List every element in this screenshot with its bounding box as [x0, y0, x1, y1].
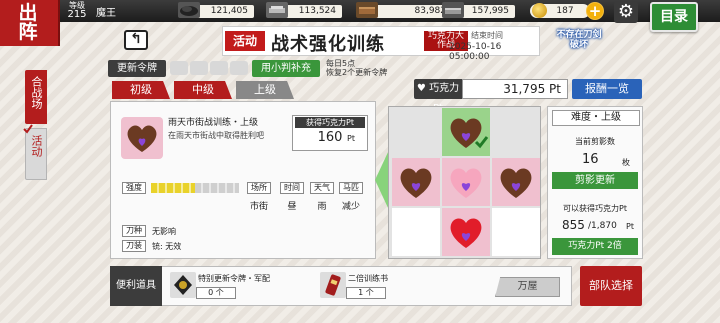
tab-beginner[interactable]: 初级: [112, 81, 170, 99]
grid-card[interactable]: [392, 158, 440, 206]
item1-name: 特别更新令牌・军配: [198, 274, 270, 283]
charcoal-icon: [178, 2, 200, 18]
current-cards-unit: 枚: [622, 158, 630, 167]
weather-label: 天气: [310, 182, 334, 194]
heart-icon: [400, 168, 432, 198]
steel-value: 113,524: [284, 5, 342, 18]
daily-refresh-info: 每日5点 恢复2个更新令牌: [326, 59, 387, 77]
chocolate-pt-label: ♥ 巧克力Pt: [414, 79, 462, 114]
side-tab-event[interactable]: 活动: [25, 128, 47, 180]
reward-list-button[interactable]: 报酬一览: [572, 79, 642, 99]
chocolate-heart-icon: [121, 117, 163, 159]
grid-card[interactable]: [442, 158, 490, 206]
location-value: 市街: [249, 202, 268, 212]
banner-tag: 活动: [225, 31, 265, 51]
time-value: 昼: [287, 202, 297, 212]
grid-card[interactable]: [492, 158, 540, 206]
items-label: 便利道具: [110, 266, 162, 306]
cooling-material-value: 83,982: [374, 5, 452, 18]
side-tab-label: 活动: [30, 135, 43, 157]
grid-card[interactable]: [442, 108, 490, 156]
banner-title: 战术强化训练: [271, 34, 385, 55]
intensity-bar-empty: [195, 183, 239, 193]
no-sword-break-notice: 不存在刀剑破坏: [556, 30, 602, 50]
can-obtain-unit: Pt: [626, 222, 634, 231]
shuffle-button[interactable]: 剪影更新: [552, 172, 638, 189]
koban-coin-icon: [532, 3, 547, 18]
horse-value: 减少: [341, 202, 360, 212]
location-label: 场所: [247, 182, 271, 194]
cooling-material-icon: [356, 2, 378, 18]
empty-grid-slot: [492, 208, 540, 256]
item2-count: 1 个: [346, 287, 386, 299]
end-time-value: 2025-10-16 05:00:00: [449, 42, 502, 62]
refresh-token-icon: [210, 61, 228, 75]
whetstone-icon: [442, 2, 464, 18]
arrow-indicator: [375, 150, 389, 210]
daily-info-line2: 恢复2个更新令牌: [326, 68, 388, 77]
tab-intermediate[interactable]: 中级: [174, 81, 232, 99]
heart-icon: [450, 168, 482, 198]
grid-card[interactable]: [442, 208, 490, 256]
current-cards-value: 16: [582, 152, 599, 167]
refresh-token-label: 更新令牌: [108, 60, 166, 77]
heart-icon: [450, 218, 482, 248]
item2-name: 二倍训练书: [348, 274, 388, 283]
steel-icon: [266, 2, 288, 18]
end-time-label: 结束时间: [471, 31, 503, 40]
add-koban-button[interactable]: +: [586, 2, 604, 20]
daily-info-line1: 每日5点: [326, 59, 356, 68]
heart-icon: [500, 168, 532, 198]
team-select-button[interactable]: 部队选择: [580, 266, 642, 306]
heart-icon: [450, 118, 489, 149]
level-indicator: 等级 215: [62, 1, 92, 21]
info-difficulty: 难度・上级: [552, 110, 640, 126]
chocolate-pt-value: 31,795 Pt: [462, 79, 568, 99]
page-title: 出 阵: [0, 0, 60, 46]
side-tab-label: 合战场: [30, 76, 43, 109]
level-value: 215: [67, 9, 87, 20]
charcoal-value: 121,405: [196, 5, 254, 18]
refresh-token-icon: [230, 61, 248, 75]
menu-button[interactable]: 目录: [650, 2, 698, 32]
weather-value: 雨: [317, 202, 327, 212]
can-obtain-max: /1,870: [588, 221, 617, 231]
gear-icon[interactable]: ⚙: [614, 1, 638, 23]
empty-grid-slot: [392, 208, 440, 256]
page-title-line2: 阵: [18, 21, 40, 43]
refresh-token-icon: [190, 61, 208, 75]
shop-button[interactable]: 万屋: [495, 277, 560, 297]
blade-type-value: 无影响: [152, 227, 176, 236]
current-cards-label: 当前剪影数: [575, 137, 615, 146]
can-obtain-value: 855: [562, 218, 585, 232]
sword-equip-label: 刀装: [122, 240, 146, 252]
item1-count: 0 个: [196, 287, 236, 299]
player-name: 魔王: [96, 8, 116, 19]
gain-points-label: 获得巧克力Pt: [295, 117, 365, 128]
sword-equip-value: 铳: 无效: [152, 242, 182, 251]
can-obtain-label: 可以获得巧克力Pt: [563, 204, 627, 213]
double-points-button[interactable]: 巧克力Pt 2倍: [552, 238, 638, 255]
check-icon: [23, 124, 33, 134]
stage-name: 雨天市街战训练・上级: [168, 118, 259, 128]
refill-with-koban-button[interactable]: 用小判补充: [252, 60, 320, 77]
double-book-icon[interactable]: [320, 272, 346, 298]
refresh-token-icon: [170, 61, 188, 75]
back-button[interactable]: ↰: [124, 30, 148, 50]
chocolate-pt-unit: Pt: [549, 82, 561, 96]
tab-advanced[interactable]: 上级: [236, 81, 294, 99]
stage-description: 在雨天市街战中取得胜利吧: [168, 131, 264, 140]
special-token-icon[interactable]: [170, 272, 196, 298]
time-label: 时间: [280, 182, 304, 194]
gain-points-unit: Pt: [347, 134, 355, 143]
blade-type-label: 刀种: [122, 225, 146, 237]
whetstone-value: 157,995: [460, 5, 515, 18]
intensity-label: 强度: [122, 182, 146, 194]
horse-label: 马匹: [339, 182, 363, 194]
chocolate-pt-number: 31,795: [503, 82, 546, 96]
side-tab-battlefield[interactable]: 合战场: [25, 70, 47, 124]
event-banner: 活动 战术强化训练 巧克力大作战 结束时间 2025-10-16 05:00:0…: [222, 26, 540, 62]
